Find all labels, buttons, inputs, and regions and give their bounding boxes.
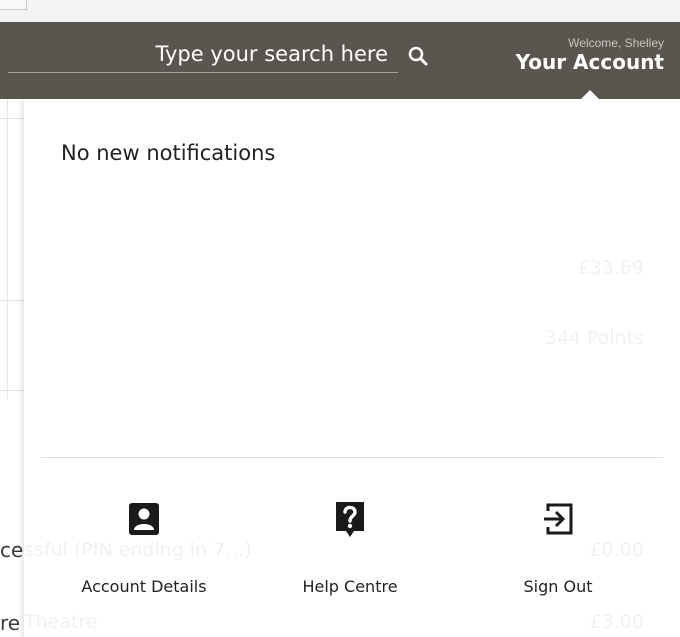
your-account-button[interactable]: Welcome, Shelley Your Account bbox=[516, 36, 664, 74]
dropdown-divider bbox=[41, 457, 663, 458]
header: Type your search here Welcome, Shelley Y… bbox=[0, 22, 680, 99]
sign-out-icon bbox=[544, 503, 573, 535]
search-input[interactable]: Type your search here bbox=[8, 36, 398, 73]
account-details-icon bbox=[129, 503, 159, 535]
sign-out-label: Sign Out bbox=[523, 577, 593, 596]
background-panel-border bbox=[7, 99, 8, 399]
background-row-2-text: Theatre bbox=[24, 611, 98, 633]
background-row-1-left: ce bbox=[0, 538, 24, 562]
account-actions: Account Details Help Centre Sign Out bbox=[24, 499, 680, 609]
background-amount: £33.69 bbox=[577, 257, 644, 279]
help-centre-label: Help Centre bbox=[302, 577, 398, 596]
welcome-text: Welcome, Shelley bbox=[568, 36, 664, 50]
your-account-label: Your Account bbox=[515, 50, 664, 74]
background-row-2-left: re bbox=[0, 611, 21, 635]
background-points: 344 Points bbox=[544, 327, 644, 349]
background-row-divider bbox=[0, 118, 24, 119]
help-centre-button[interactable]: Help Centre bbox=[250, 499, 450, 596]
account-details-label: Account Details bbox=[81, 577, 207, 596]
tab-edge bbox=[0, 0, 27, 10]
top-strip bbox=[0, 0, 680, 23]
page: ce re Type your search here Welcome, She… bbox=[0, 0, 680, 637]
background-row-2-amount: £3.00 bbox=[589, 611, 644, 633]
help-centre-icon bbox=[336, 502, 364, 537]
sign-out-button[interactable]: Sign Out bbox=[458, 499, 658, 596]
search-icon[interactable] bbox=[406, 44, 430, 68]
search-placeholder: Type your search here bbox=[155, 42, 388, 66]
notifications-text: No new notifications bbox=[61, 141, 276, 165]
background-row-divider bbox=[0, 300, 24, 301]
background-row-divider bbox=[0, 390, 24, 391]
account-details-button[interactable]: Account Details bbox=[44, 499, 244, 596]
account-dropdown: No new notifications £33.69 344 Points s… bbox=[24, 99, 680, 637]
